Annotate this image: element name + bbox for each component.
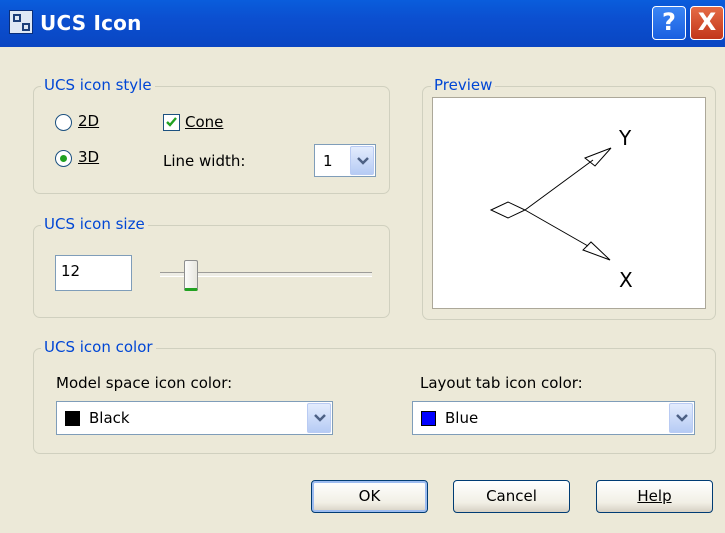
chevron-down-icon (357, 156, 369, 165)
radio-3d-label[interactable]: 3D (78, 148, 99, 166)
title-bar[interactable]: UCS Icon ? X (0, 0, 725, 47)
model-space-color-select[interactable]: Black (56, 401, 333, 435)
chevron-down-icon (676, 414, 688, 422)
ucs-preview-icon (489, 147, 612, 261)
dropdown-arrow[interactable] (350, 146, 374, 175)
checkmark-icon (166, 117, 177, 127)
window-title: UCS Icon (40, 11, 142, 35)
ucs-icon-style-legend: UCS icon style (41, 76, 155, 94)
line-width-value: 1 (323, 152, 333, 170)
preview-x-label: X (619, 268, 633, 292)
cone-checkbox[interactable] (163, 114, 180, 131)
line-width-select[interactable]: 1 (314, 144, 376, 177)
radio-3d[interactable] (55, 150, 72, 167)
radio-2d-label[interactable]: 2D (78, 112, 99, 130)
blue-swatch (421, 411, 436, 426)
icon-size-value: 12 (61, 262, 81, 280)
ok-button[interactable]: OK (311, 480, 428, 513)
preview-legend: Preview (431, 76, 496, 94)
preview-canvas: Y X (432, 97, 706, 309)
dropdown-arrow[interactable] (307, 403, 331, 433)
size-slider[interactable] (156, 258, 376, 294)
preview-y-label: Y (619, 126, 632, 150)
ucs-icon-size-legend: UCS icon size (41, 215, 148, 233)
black-swatch (65, 411, 80, 426)
radio-selected-dot (60, 155, 67, 162)
radio-2d[interactable] (55, 114, 72, 131)
app-icon (9, 10, 33, 34)
close-icon[interactable]: X (690, 6, 724, 40)
dropdown-arrow[interactable] (669, 403, 693, 433)
help-button[interactable]: Help (596, 480, 713, 513)
cancel-button[interactable]: Cancel (453, 480, 570, 513)
ucs-icon-style-group (33, 86, 390, 194)
help-icon[interactable]: ? (652, 6, 686, 40)
chevron-down-icon (314, 414, 326, 422)
line-width-label: Line width: (163, 152, 246, 170)
layout-tab-color-label: Layout tab icon color: (420, 374, 583, 392)
cone-label[interactable]: Cone (185, 113, 223, 131)
layout-tab-color-select[interactable]: Blue (412, 401, 695, 435)
model-space-color-label: Model space icon color: (56, 374, 233, 392)
icon-size-input[interactable]: 12 (55, 255, 132, 291)
model-space-color-value: Black (89, 409, 130, 427)
slider-thumb[interactable] (183, 260, 198, 291)
layout-tab-color-value: Blue (445, 409, 479, 427)
ucs-icon-color-legend: UCS icon color (41, 338, 156, 356)
